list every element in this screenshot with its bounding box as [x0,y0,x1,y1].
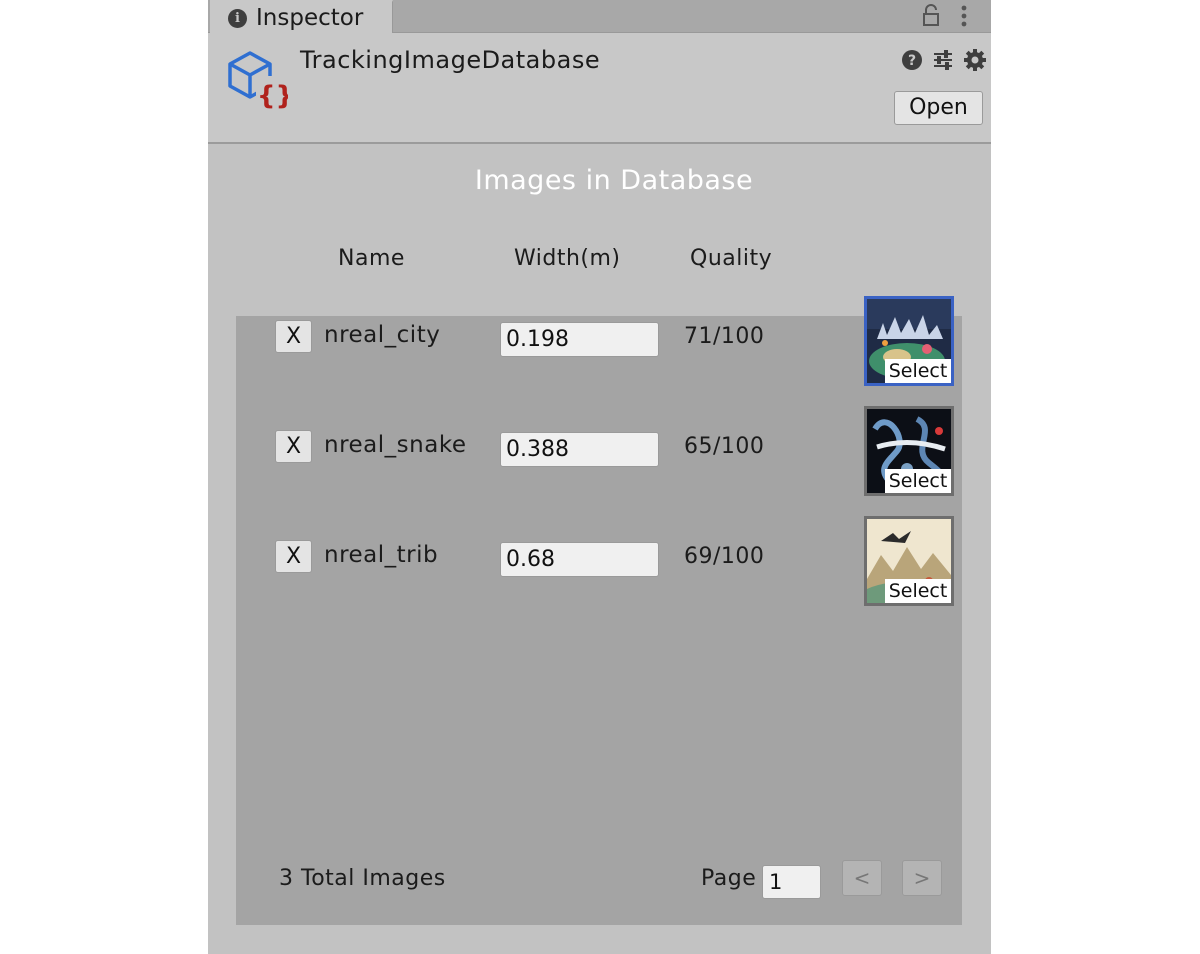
select-button[interactable]: Select [885,579,951,603]
tab-inspector[interactable]: i Inspector [210,0,393,33]
list-item: X nreal_city 0.198 71/100 Select [236,296,962,408]
quality-value: 65/100 [684,434,765,459]
gear-icon[interactable] [964,49,986,71]
kebab-menu-icon[interactable] [958,4,970,28]
column-header-quality: Quality [690,246,773,271]
scriptable-object-icon: {} [228,51,288,110]
svg-text:?: ? [908,53,916,69]
image-name: nreal_snake [324,432,467,458]
image-thumbnail[interactable]: Select [864,516,954,606]
remove-image-button[interactable]: X [275,430,312,463]
image-name: nreal_city [324,322,441,348]
remove-image-button[interactable]: X [275,540,312,573]
list-item: X nreal_snake 0.388 65/100 Select [236,406,962,518]
database-heading: Images in Database [474,165,754,196]
column-header-name: Name [338,246,405,271]
select-button[interactable]: Select [885,359,951,383]
list-item: X nreal_trib 0.68 69/100 Select [236,516,962,628]
open-button[interactable]: Open [894,91,983,125]
image-thumbnail[interactable]: Select [864,296,954,386]
previous-page-button[interactable]: < [842,860,882,896]
svg-text:{}: {} [257,81,288,110]
page-label: Page [701,866,757,891]
quality-value: 71/100 [684,324,765,349]
width-field[interactable]: 0.68 [500,542,659,577]
image-list: X nreal_city 0.198 71/100 Select X nreal… [236,296,962,925]
image-thumbnail[interactable]: Select [864,406,954,496]
page-input[interactable]: 1 [762,865,821,899]
asset-title: TrackingImageDatabase [300,46,601,74]
width-field[interactable]: 0.388 [500,432,659,467]
width-field[interactable]: 0.198 [500,322,659,357]
image-name: nreal_trib [324,542,439,568]
tab-label: Inspector [256,5,364,31]
select-button[interactable]: Select [885,469,951,493]
help-icon[interactable]: ? [901,49,923,71]
lock-icon[interactable] [922,4,940,28]
column-header-width: Width(m) [514,246,621,271]
next-page-button[interactable]: > [902,860,942,896]
inspector-window: i Inspector {} TrackingImageDatabase ? [208,0,991,954]
quality-value: 69/100 [684,544,765,569]
info-icon: i [228,9,247,28]
preset-icon[interactable] [932,49,954,71]
remove-image-button[interactable]: X [275,320,312,353]
total-images-count: 3 Total Images [279,866,446,891]
tab-bar: i Inspector [208,0,991,33]
inspector-header: {} TrackingImageDatabase ? Open [208,33,991,144]
